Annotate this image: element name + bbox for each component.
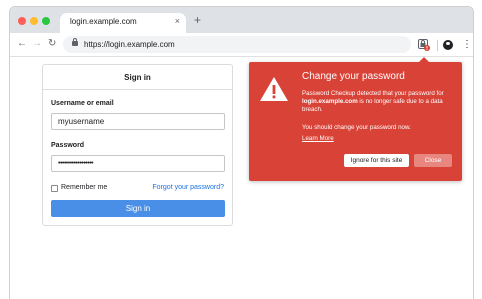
ignore-button[interactable]: Ignore for this site — [344, 154, 409, 167]
username-field[interactable]: myusername — [51, 113, 225, 130]
alert-title: Change your password — [302, 71, 405, 82]
close-button[interactable]: Close — [414, 154, 452, 167]
signin-button[interactable]: Sign in — [51, 200, 225, 217]
password-label: Password — [51, 142, 85, 149]
password-key-icon[interactable] — [418, 39, 430, 51]
warning-icon — [260, 77, 288, 101]
alert-message-start: Password Checkup detected that your pass… — [302, 90, 444, 97]
profile-icon[interactable] — [443, 40, 453, 50]
password-alert-bubble: Change your password Password Checkup de… — [249, 57, 462, 181]
password-field[interactable]: •••••••••••••••••• — [51, 155, 225, 172]
learn-more-link[interactable]: Learn More — [302, 135, 334, 142]
username-label: Username or email — [51, 100, 114, 107]
forward-icon[interactable]: → — [32, 38, 42, 50]
alert-site: login.example.com — [302, 98, 358, 105]
toolbar-separator — [437, 40, 438, 51]
alert-message: Password Checkup detected that your pass… — [302, 90, 454, 114]
new-tab-button[interactable]: + — [194, 14, 201, 26]
tab-title: login.example.com — [70, 17, 137, 26]
signin-title: Sign in — [43, 65, 232, 90]
address-bar[interactable]: https://login.example.com — [63, 36, 411, 53]
browser-window: login.example.com × + ← → ↻ https://logi… — [9, 6, 474, 299]
browser-tab[interactable]: login.example.com × — [60, 13, 186, 33]
tab-bar: login.example.com × + — [10, 7, 473, 33]
tab-close-icon[interactable]: × — [175, 16, 180, 26]
remember-me-label[interactable]: Remember me — [61, 184, 107, 191]
alert-advice: You should change your password now. — [302, 124, 411, 131]
toolbar: ← → ↻ https://login.example.com ⋮ — [10, 33, 473, 57]
lock-icon[interactable] — [72, 38, 78, 46]
signin-card: Sign in Username or email myusername Pas… — [42, 64, 233, 226]
url-text[interactable]: https://login.example.com — [84, 40, 175, 49]
minimize-window-button[interactable] — [30, 17, 38, 25]
menu-icon[interactable]: ⋮ — [462, 39, 472, 51]
remember-me-checkbox[interactable] — [51, 185, 58, 192]
maximize-window-button[interactable] — [42, 17, 50, 25]
back-icon[interactable]: ← — [17, 38, 27, 50]
forgot-password-link[interactable]: Forgot your password? — [152, 184, 224, 191]
reload-icon[interactable]: ↻ — [48, 38, 56, 50]
close-window-button[interactable] — [18, 17, 26, 25]
